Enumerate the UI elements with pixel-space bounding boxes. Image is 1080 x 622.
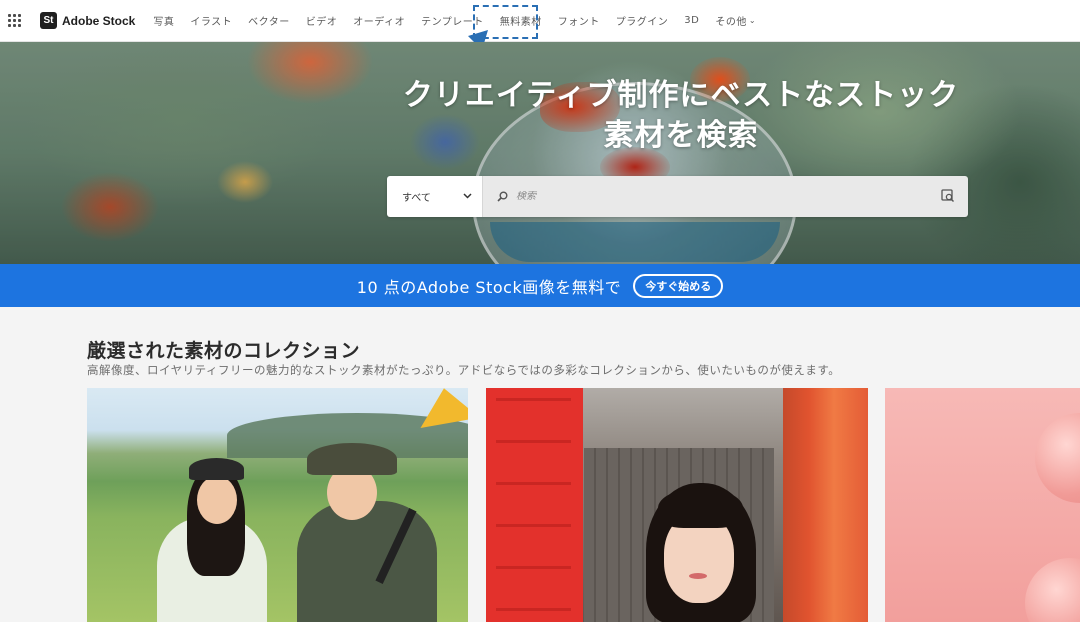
- collection-card[interactable]: [486, 388, 868, 622]
- nav-item-illustrations[interactable]: イラスト: [182, 0, 240, 42]
- card-image: [157, 458, 267, 622]
- hero-banner: クリエイティブ制作にベストなストック素材を検索 すべて: [0, 42, 1080, 264]
- nav-item-fonts[interactable]: フォント: [550, 0, 608, 42]
- start-now-button[interactable]: 今すぐ始める: [633, 273, 724, 298]
- search-icon: [497, 187, 508, 206]
- nav-item-more[interactable]: その他 ⌄: [707, 0, 764, 42]
- nav-links: 写真 イラスト ベクター ビデオ オーディオ テンプレート 無料素材 フォント …: [145, 0, 764, 42]
- adobe-stock-logo[interactable]: St Adobe Stock: [40, 12, 135, 29]
- collection-card[interactable]: [885, 388, 1080, 622]
- hero-title: クリエイティブ制作にベストなストック素材を検索: [402, 78, 960, 153]
- search-input[interactable]: [516, 191, 916, 202]
- promo-text: 10 点のAdobe Stock画像を無料で: [356, 277, 622, 297]
- nav-item-plugins[interactable]: プラグイン: [608, 0, 677, 42]
- nav-item-templates[interactable]: テンプレート: [413, 0, 492, 42]
- promo-banner: 10 点のAdobe Stock画像を無料で 今すぐ始める: [0, 264, 1080, 307]
- card-image: [1035, 413, 1080, 503]
- image-search-icon: [941, 187, 955, 206]
- search-field: [483, 176, 928, 217]
- grid-icon: [7, 14, 21, 27]
- search-bar: すべて: [387, 176, 968, 217]
- app-switcher-button[interactable]: [0, 0, 28, 42]
- search-category-value: すべて: [402, 193, 431, 204]
- visual-search-button[interactable]: [928, 176, 968, 217]
- section-title: 厳選された素材のコレクション: [87, 340, 361, 362]
- stock-logo-icon: St: [40, 12, 57, 29]
- nav-item-3d[interactable]: 3D: [676, 0, 707, 42]
- nav-item-audio[interactable]: オーディオ: [345, 0, 413, 42]
- nav-item-photos[interactable]: 写真: [145, 0, 182, 42]
- nav-item-videos[interactable]: ビデオ: [298, 0, 346, 42]
- chevron-down-icon: [463, 192, 472, 202]
- nav-item-vectors[interactable]: ベクター: [240, 0, 298, 42]
- chevron-down-icon: ⌄: [748, 16, 757, 25]
- nav-item-more-label: その他: [715, 17, 747, 28]
- logo-text: Adobe Stock: [62, 13, 136, 28]
- collection-card[interactable]: [87, 388, 468, 622]
- top-navigation: St Adobe Stock 写真 イラスト ベクター ビデオ オーディオ テン…: [0, 0, 1080, 42]
- nav-item-free[interactable]: 無料素材: [492, 0, 550, 42]
- search-category-select[interactable]: すべて: [387, 176, 483, 217]
- section-description: 高解像度、ロイヤリティフリーの魅力的なストック素材がたっぷり。アドビならではの多…: [87, 363, 841, 377]
